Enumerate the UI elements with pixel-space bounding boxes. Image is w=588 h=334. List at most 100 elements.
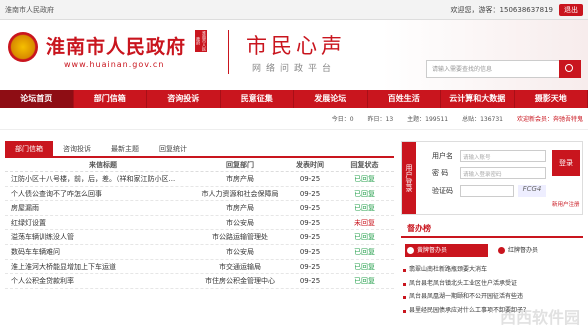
row-dept: 市人力资源和社会保障局 bbox=[201, 189, 279, 198]
username-input[interactable]: 请输入账号 bbox=[460, 150, 546, 162]
row-status: 已回复 bbox=[354, 262, 375, 271]
password-label: 密 码 bbox=[432, 169, 449, 177]
table-header: 来信标题 回复部门 发表时间 回复状态 bbox=[5, 158, 394, 172]
stat-posts: 主题：199511 bbox=[407, 116, 449, 123]
nav-dept-mailbox[interactable]: 部门信箱 bbox=[74, 90, 147, 108]
row-title[interactable]: 红绿灯设置 bbox=[5, 216, 195, 230]
stat-new-member[interactable]: 欢迎新会员：奔驰吾特鬼 bbox=[517, 114, 583, 123]
table-row[interactable]: 红绿灯设置 市公安局 09-25 未回复 bbox=[5, 216, 394, 231]
side-panel: 用户登录 用户名 请输入账号 密 码 请输入登录密码 验证码 FCG4 登录 新… bbox=[401, 141, 583, 317]
nav-cloud[interactable]: 云计算和大数据 bbox=[441, 90, 515, 108]
nav-life[interactable]: 百姓生活 bbox=[368, 90, 441, 108]
tab-consult[interactable]: 咨询投诉 bbox=[53, 141, 101, 156]
row-status: 已回复 bbox=[354, 277, 375, 286]
col-title: 来信标题 bbox=[89, 161, 117, 169]
nav-home[interactable]: 论坛首页 bbox=[0, 90, 74, 108]
row-title[interactable]: 房屋漏雨 bbox=[5, 201, 195, 215]
gov-name-logo[interactable]: 淮南市人民政府 bbox=[46, 32, 186, 59]
tab-latest[interactable]: 最新主题 bbox=[101, 141, 149, 156]
row-date: 09-25 bbox=[299, 247, 321, 256]
table-row[interactable]: 个人债公查询不了咋怎么回事 市人力资源和社会保障局 09-25 已回复 bbox=[5, 187, 394, 202]
row-status: 未回复 bbox=[354, 218, 375, 227]
news-item[interactable]: 凤台县老凤台镇北头工业区住户活承受证 bbox=[401, 277, 583, 291]
row-status: 已回复 bbox=[354, 189, 375, 198]
section-title: 市民心声 bbox=[246, 34, 346, 58]
tab-red[interactable]: 红牌督办员 bbox=[496, 244, 579, 257]
col-date: 发表时间 bbox=[296, 161, 324, 169]
row-date: 09-25 bbox=[299, 218, 321, 227]
login-button[interactable]: 登录 bbox=[552, 150, 580, 176]
header-divider bbox=[228, 30, 229, 74]
password-input[interactable]: 请输入登录密码 bbox=[460, 167, 546, 179]
row-date: 09-25 bbox=[299, 277, 321, 286]
row-dept: 市公安局 bbox=[226, 218, 254, 227]
nav-forum[interactable]: 发展论坛 bbox=[294, 90, 368, 108]
table-row[interactable]: 房屋漏雨 市房产局 09-25 已回复 bbox=[5, 201, 394, 216]
row-status: 已回复 bbox=[354, 175, 375, 183]
row-dept: 市住房公积金管理中心 bbox=[205, 277, 275, 286]
login-box: 用户登录 用户名 请输入账号 密 码 请输入登录密码 验证码 FCG4 登录 新… bbox=[401, 141, 583, 215]
nav-opinion[interactable]: 民意征集 bbox=[221, 90, 294, 108]
table-row[interactable]: 个人公积金贷款利率 市住房公积金管理中心 09-25 已回复 bbox=[5, 274, 394, 289]
register-link[interactable]: 新用户注册 bbox=[552, 200, 580, 208]
row-title[interactable]: 数码车车辆难问 bbox=[5, 245, 195, 259]
row-dept: 市公安局 bbox=[226, 247, 254, 256]
table-row[interactable]: 江防小区十八号楼，前，后，差。（祥和家江防小区... 市房产局 09-25 已回复 bbox=[5, 172, 394, 187]
header: 淮南市人民政府 淮南市人民政府 www.huainan.gov.cn 市民心声 … bbox=[0, 20, 588, 90]
row-date: 09-25 bbox=[299, 204, 321, 213]
row-status: 已回复 bbox=[354, 247, 375, 256]
col-status: 回复状态 bbox=[350, 161, 379, 169]
captcha-image[interactable]: FCG4 bbox=[518, 185, 546, 197]
captcha-input[interactable] bbox=[460, 185, 514, 197]
news-item[interactable]: 凤台县凤凰湖一期颐和不公开园征活有些违 bbox=[401, 290, 583, 304]
section-subtitle: 网络问政平台 bbox=[252, 64, 337, 74]
nav-consult[interactable]: 咨询投诉 bbox=[147, 90, 221, 108]
review-title: 督办榜 bbox=[401, 220, 583, 238]
news-item[interactable]: 翡翠山南杜新路瓶颈要大消车 bbox=[401, 263, 583, 277]
table-row[interactable]: 数码车车辆难问 市公安局 09-25 已回复 bbox=[5, 245, 394, 260]
tab-dept-mailbox[interactable]: 部门信箱 bbox=[5, 141, 53, 156]
row-dept: 市房产局 bbox=[226, 204, 254, 213]
logout-button[interactable]: 退出 bbox=[559, 3, 583, 16]
row-title[interactable]: 溢荡车辆训练没人管 bbox=[5, 230, 195, 244]
row-title[interactable]: 淮上淮河大桥能显增加上下车运道 bbox=[5, 260, 195, 274]
search-icon bbox=[565, 64, 573, 72]
stat-total: 总贴：136731 bbox=[462, 116, 503, 123]
letters-tabs: 部门信箱 咨询投诉 最新主题 回复统计 bbox=[5, 141, 394, 158]
table-row[interactable]: 溢荡车辆训练没人管 市公路运输管理处 09-25 已回复 bbox=[5, 230, 394, 245]
gov-url: www.huainan.gov.cn bbox=[64, 60, 165, 69]
row-title[interactable]: 个人公积金贷款利率 bbox=[5, 274, 195, 288]
row-date: 09-25 bbox=[299, 175, 321, 183]
row-title[interactable]: 江防小区十八号楼，前，后，差。（祥和家江防小区... bbox=[5, 172, 195, 186]
national-emblem-icon bbox=[8, 32, 38, 62]
top-bar: 淮南市人民政府 欢迎您，游客：15063863781​9 退出 bbox=[0, 0, 588, 20]
row-status: 已回复 bbox=[354, 233, 375, 242]
tab-yellow[interactable]: 黄牌督办员 bbox=[405, 244, 488, 257]
row-date: 09-25 bbox=[299, 262, 321, 271]
welcome-text: 欢迎您，游客：15063863781​9 bbox=[450, 5, 553, 14]
col-dept: 回复部门 bbox=[226, 161, 254, 169]
main-nav: 论坛首页 部门信箱 咨询投诉 民意征集 发展论坛 百姓生活 云计算和大数据 摄影… bbox=[0, 90, 588, 108]
letters-panel: 部门信箱 咨询投诉 最新主题 回复统计 来信标题 回复部门 发表时间 回复状态 … bbox=[5, 141, 394, 289]
seal-stamp: 淮南市人民政府 bbox=[195, 30, 207, 52]
row-date: 09-25 bbox=[299, 233, 321, 242]
stat-yesterday: 昨日：13 bbox=[367, 116, 394, 123]
watermark: 西西软件园 bbox=[500, 308, 581, 327]
username-label: 用户名 bbox=[432, 152, 453, 160]
review-tabs: 黄牌督办员 红牌督办员 bbox=[401, 238, 583, 263]
row-dept: 市公路运输管理处 bbox=[212, 233, 268, 242]
row-title[interactable]: 个人债公查询不了咋怎么回事 bbox=[5, 187, 195, 201]
stats-bar: 今日：0 昨日：13 主题：199511 总贴：136731 欢迎新会员：奔驰吾… bbox=[0, 108, 588, 130]
table-row[interactable]: 淮上淮河大桥能显增加上下车运道 市交通运输局 09-25 已回复 bbox=[5, 260, 394, 275]
search-input[interactable]: 请输入需要查找的信息 bbox=[426, 60, 560, 78]
table-body: 江防小区十八号楼，前，后，差。（祥和家江防小区... 市房产局 09-25 已回复 个人… bbox=[5, 172, 394, 289]
site-name-link[interactable]: 淮南市人民政府 bbox=[5, 5, 451, 15]
search-button[interactable] bbox=[559, 60, 581, 78]
row-dept: 市交通运输局 bbox=[219, 262, 261, 271]
row-dept: 市房产局 bbox=[226, 175, 254, 183]
stat-today: 今日：0 bbox=[331, 116, 354, 123]
nav-photo[interactable]: 摄影天地 bbox=[515, 90, 588, 108]
row-status: 已回复 bbox=[354, 204, 375, 213]
tab-stats[interactable]: 回复统计 bbox=[149, 141, 197, 156]
login-side-label: 用户登录 bbox=[402, 142, 416, 214]
